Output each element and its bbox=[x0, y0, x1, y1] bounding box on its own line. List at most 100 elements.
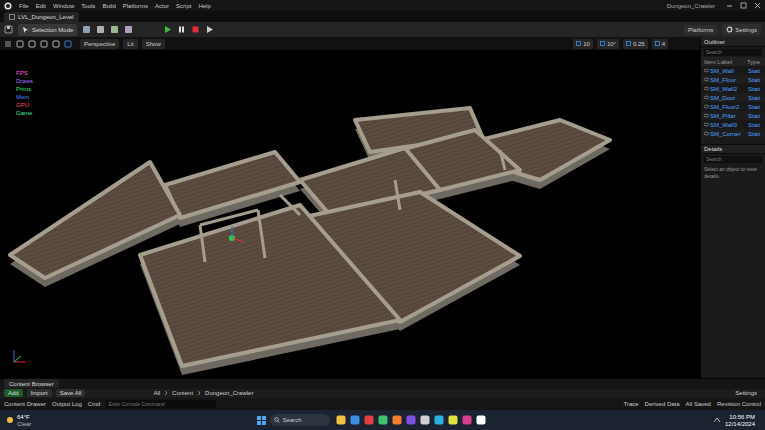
status-button[interactable]: Content Drawer bbox=[4, 401, 46, 407]
actor-label[interactable]: SM_Wall bbox=[710, 68, 747, 74]
status-button[interactable]: Output Log bbox=[52, 401, 82, 407]
platforms-button[interactable]: Platforms bbox=[684, 25, 717, 35]
menu-item[interactable]: Window bbox=[53, 3, 74, 9]
scale-snap-button[interactable]: 0.25 bbox=[623, 39, 648, 49]
show-label[interactable]: Show bbox=[146, 41, 161, 47]
dungeon-level-canvas[interactable] bbox=[0, 50, 700, 378]
transform-tool-icon[interactable] bbox=[40, 40, 48, 48]
eye-icon[interactable] bbox=[704, 86, 709, 91]
menu-item[interactable]: Help bbox=[198, 3, 210, 9]
path-segment[interactable]: All bbox=[153, 390, 160, 396]
angle-snap-button[interactable]: 10° bbox=[597, 39, 619, 49]
tray-icon[interactable] bbox=[713, 416, 721, 424]
transform-tool-icon[interactable] bbox=[52, 40, 60, 48]
settings-label[interactable]: Settings bbox=[735, 27, 757, 33]
app-icon[interactable] bbox=[364, 415, 374, 425]
eye-icon[interactable] bbox=[704, 113, 709, 118]
app-icon[interactable] bbox=[406, 415, 416, 425]
tool-icon[interactable] bbox=[124, 25, 133, 34]
show-button[interactable]: Show bbox=[142, 39, 165, 49]
launch-icon[interactable] bbox=[205, 25, 214, 34]
outliner-row[interactable]: SM_Floor2Stati bbox=[701, 102, 765, 111]
actor-label[interactable]: SM_Floor bbox=[710, 77, 747, 83]
camera-speed-button[interactable]: 4 bbox=[652, 39, 668, 49]
angle-snap-button-value[interactable]: 10° bbox=[607, 41, 616, 47]
lit-label[interactable]: Lit bbox=[127, 41, 133, 47]
scale-snap-button-value[interactable]: 0.25 bbox=[633, 41, 645, 47]
clock[interactable]: 10:56 PM12/14/2024 bbox=[725, 414, 755, 427]
eye-icon[interactable] bbox=[704, 104, 709, 109]
content-browser-tab[interactable]: Content Browser bbox=[4, 379, 59, 388]
actor-label[interactable]: SM_Door bbox=[710, 95, 747, 101]
grid-snap-button-value[interactable]: 10 bbox=[583, 41, 590, 47]
selection-mode-label[interactable]: Selection Mode bbox=[32, 27, 73, 33]
search-label[interactable]: Search bbox=[283, 417, 302, 423]
tool-icon[interactable] bbox=[110, 25, 119, 34]
app-icon[interactable] bbox=[434, 415, 444, 425]
menu-item[interactable]: Build bbox=[102, 3, 115, 9]
content-button-label[interactable]: Save All bbox=[60, 390, 82, 396]
column-header[interactable]: Type bbox=[747, 59, 760, 65]
status-indicator[interactable]: Revision Control bbox=[717, 401, 761, 407]
outliner-row[interactable]: SM_PillarStati bbox=[701, 111, 765, 120]
grid-snap-button[interactable]: 10 bbox=[573, 39, 593, 49]
lit-button[interactable]: Lit bbox=[123, 39, 137, 49]
menu-item[interactable]: Edit bbox=[36, 3, 46, 9]
content-button[interactable]: Add bbox=[4, 389, 23, 397]
status-indicator[interactable]: Derived Data bbox=[645, 401, 680, 407]
menu-item[interactable]: Actor bbox=[155, 3, 169, 9]
app-icon[interactable] bbox=[420, 415, 430, 425]
camera-speed-button-value[interactable]: 4 bbox=[662, 41, 665, 47]
weather-widget[interactable]: 64°FClear bbox=[6, 414, 31, 427]
details-search[interactable] bbox=[704, 156, 762, 163]
tool-icon[interactable] bbox=[82, 25, 91, 34]
status-indicator[interactable]: Trace bbox=[623, 401, 638, 407]
play-icon[interactable] bbox=[163, 25, 172, 34]
level-tab[interactable]: LVL_Dungeon_Level bbox=[4, 12, 79, 22]
content-button[interactable]: Save All bbox=[56, 389, 86, 397]
settings-button[interactable]: Settings bbox=[722, 24, 761, 35]
content-button-label[interactable]: Add bbox=[8, 390, 19, 396]
app-icon[interactable] bbox=[350, 415, 360, 425]
content-button[interactable]: Import bbox=[27, 389, 52, 397]
console-input[interactable] bbox=[106, 400, 216, 408]
outliner-row[interactable]: SM_Wall3Stati bbox=[701, 120, 765, 129]
transform-tool-icon[interactable] bbox=[16, 40, 24, 48]
app-icon[interactable] bbox=[462, 415, 472, 425]
outliner-row[interactable]: SM_WallStati bbox=[701, 66, 765, 75]
transform-tool-icon[interactable] bbox=[28, 40, 36, 48]
outliner-row[interactable]: SM_Wall2Stati bbox=[701, 84, 765, 93]
outliner-row[interactable]: SM_DoorStati bbox=[701, 93, 765, 102]
windows-start-icon[interactable] bbox=[257, 416, 266, 425]
hamburger-icon[interactable] bbox=[4, 40, 12, 48]
eye-icon[interactable] bbox=[704, 95, 709, 100]
menu-item[interactable]: Tools bbox=[81, 3, 95, 9]
unreal-logo-icon[interactable] bbox=[4, 2, 12, 10]
content-tab-label[interactable]: Content Browser bbox=[9, 381, 54, 387]
path-segment[interactable]: Dungeon_Crawler bbox=[205, 390, 253, 396]
transform-tool-icon[interactable] bbox=[64, 40, 72, 48]
path-segment[interactable]: Content bbox=[172, 390, 193, 396]
menu-item[interactable]: File bbox=[19, 3, 29, 9]
content-settings[interactable]: Settings bbox=[735, 390, 757, 396]
outliner-row[interactable]: SM_CornerStati bbox=[701, 129, 765, 138]
app-icon[interactable] bbox=[476, 415, 486, 425]
status-indicator[interactable]: All Saved bbox=[686, 401, 711, 407]
content-button-label[interactable]: Import bbox=[31, 390, 48, 396]
status-button[interactable]: Cmd bbox=[88, 401, 101, 407]
platforms-label[interactable]: Platforms bbox=[688, 27, 713, 33]
eye-icon[interactable] bbox=[704, 68, 709, 73]
save-icon[interactable] bbox=[4, 25, 13, 34]
menu-item[interactable]: Platforms bbox=[123, 3, 148, 9]
actor-label[interactable]: SM_Wall3 bbox=[710, 122, 747, 128]
level-tab-label[interactable]: LVL_Dungeon_Level bbox=[18, 14, 74, 20]
actor-label[interactable]: SM_Floor2 bbox=[710, 104, 747, 110]
maximize-icon[interactable] bbox=[740, 2, 747, 9]
eye-icon[interactable] bbox=[704, 77, 709, 82]
actor-label[interactable]: SM_Pillar bbox=[710, 113, 747, 119]
pause-icon[interactable] bbox=[177, 25, 186, 34]
outliner-row[interactable]: SM_FloorStati bbox=[701, 75, 765, 84]
perspective-button[interactable]: Perspective bbox=[80, 39, 119, 49]
tool-icon[interactable] bbox=[96, 25, 105, 34]
column-header[interactable]: Item Label bbox=[704, 59, 747, 65]
